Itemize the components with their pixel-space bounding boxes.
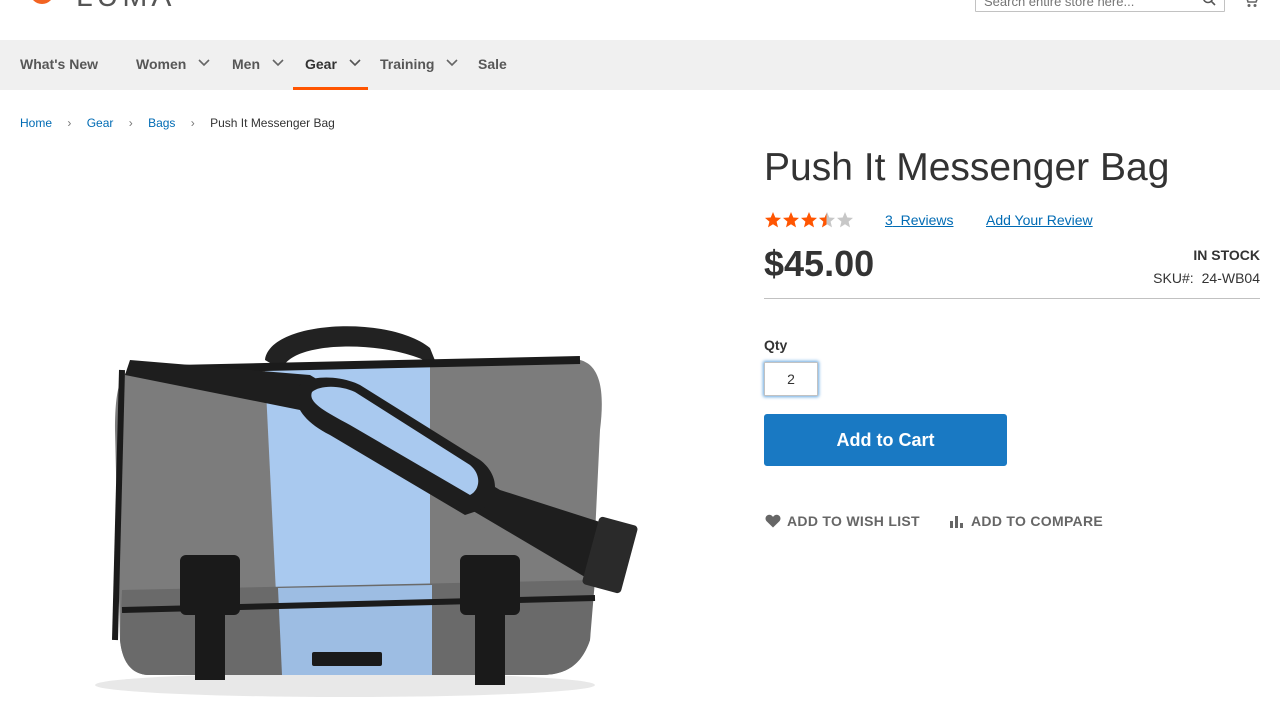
heart-icon	[765, 514, 781, 528]
wishlist-label: ADD TO WISH LIST	[787, 513, 920, 529]
nav-item-sale[interactable]: Sale	[478, 40, 507, 90]
star-icon	[783, 212, 799, 228]
breadcrumb: Home › Gear › Bags › Push It Messenger B…	[20, 116, 335, 130]
logo-text: LUMA	[76, 0, 175, 14]
star-empty-icon	[837, 212, 853, 228]
main-navigation: What's New Women Men Gear Training Sale	[0, 40, 1280, 90]
breadcrumb-gear[interactable]: Gear	[87, 116, 114, 130]
product-sku: SKU#: 24-WB04	[1153, 270, 1260, 286]
add-to-compare-link[interactable]: ADD TO COMPARE	[949, 513, 1103, 529]
chevron-right-icon: ›	[67, 116, 72, 130]
chevron-right-icon: ›	[190, 116, 195, 130]
logo[interactable]: LUMA	[20, 0, 171, 16]
reviews-label: Reviews	[900, 212, 954, 228]
nav-item-whats-new[interactable]: What's New	[20, 40, 98, 90]
chevron-right-icon: ›	[128, 116, 133, 130]
product-title: Push It Messenger Bag	[764, 146, 1170, 189]
reviews-link[interactable]: 3 Reviews	[885, 212, 953, 228]
star-icon	[765, 212, 781, 228]
star-half-icon	[819, 212, 835, 228]
nav-item-women[interactable]: Women	[136, 40, 210, 90]
nav-item-label: Training	[380, 56, 435, 72]
breadcrumb-bags[interactable]: Bags	[148, 116, 175, 130]
product-image[interactable]	[60, 170, 680, 715]
add-to-wishlist-link[interactable]: ADD TO WISH LIST	[765, 513, 920, 529]
nav-item-label: Women	[136, 56, 187, 72]
sku-value: 24-WB04	[1201, 270, 1260, 286]
search-icon[interactable]	[1202, 0, 1216, 6]
chevron-down-icon	[272, 59, 284, 67]
chevron-down-icon	[349, 59, 361, 67]
chevron-down-icon	[446, 59, 458, 67]
search-box[interactable]	[975, 0, 1225, 12]
chevron-down-icon	[198, 59, 210, 67]
star-icon	[801, 212, 817, 228]
reviews-count: 3	[885, 212, 893, 228]
page-header: LUMA	[0, 0, 1280, 40]
rating-stars	[765, 212, 853, 228]
sku-label: SKU#:	[1153, 270, 1194, 286]
product-price: $45.00	[764, 243, 875, 284]
search-input[interactable]	[976, 0, 1196, 11]
nav-item-men[interactable]: Men	[232, 40, 284, 90]
breadcrumb-current: Push It Messenger Bag	[210, 116, 335, 130]
add-review-link[interactable]: Add Your Review	[986, 212, 1093, 228]
nav-item-label: What's New	[20, 56, 99, 72]
qty-field[interactable]	[764, 362, 818, 396]
qty-label: Qty	[764, 337, 788, 353]
add-to-cart-button[interactable]: Add to Cart	[764, 414, 1007, 466]
compare-label: ADD TO COMPARE	[971, 513, 1104, 529]
nav-item-label: Men	[232, 56, 260, 72]
cart-icon[interactable]	[1242, 0, 1260, 8]
nav-item-label: Gear	[305, 56, 337, 72]
bar-chart-icon	[950, 516, 963, 528]
divider	[764, 298, 1260, 299]
logo-icon	[33, 0, 51, 4]
nav-item-training[interactable]: Training	[380, 40, 458, 90]
nav-item-label: Sale	[478, 56, 507, 72]
breadcrumb-home[interactable]: Home	[20, 116, 52, 130]
nav-item-gear[interactable]: Gear	[293, 40, 368, 90]
stock-status: IN STOCK	[1193, 247, 1260, 263]
